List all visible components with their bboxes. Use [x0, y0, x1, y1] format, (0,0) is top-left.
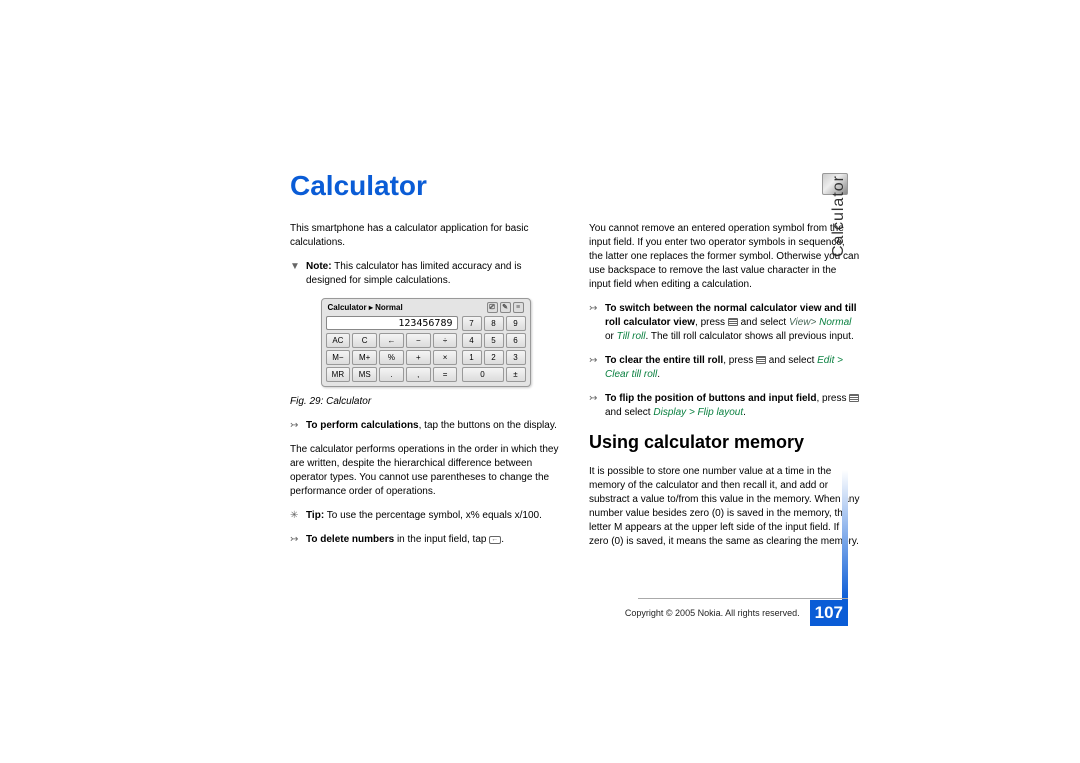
- flip-mid: , press: [816, 393, 846, 404]
- menu-icon: [849, 394, 859, 402]
- switch-select: and select: [738, 317, 789, 328]
- calc-button[interactable]: MR: [326, 367, 351, 382]
- arrow-icon: ↣: [290, 533, 302, 543]
- delete-bold: To delete numbers: [306, 534, 394, 545]
- calc-button[interactable]: 9: [506, 316, 526, 331]
- calc-button[interactable]: M−: [326, 350, 351, 365]
- switch-or: or: [605, 331, 617, 342]
- delete-rest: in the input field, tap: [394, 534, 489, 545]
- titlebar-icon-1[interactable]: ⎚: [487, 302, 498, 313]
- calc-button[interactable]: %: [379, 350, 404, 365]
- tip-block: ✳ Tip: To use the percentage symbol, x% …: [290, 509, 561, 523]
- calc-button[interactable]: 2: [484, 350, 504, 365]
- calc-button[interactable]: C: [352, 333, 377, 348]
- calc-button[interactable]: 7: [462, 316, 482, 331]
- memory-subhead: Using calculator memory: [589, 430, 860, 455]
- calc-title-caret: ▸: [369, 303, 373, 312]
- clear-bold: To clear the entire till roll: [605, 355, 723, 366]
- copyright-text: Copyright © 2005 Nokia. All rights reser…: [625, 608, 800, 618]
- right-column: You cannot remove an entered operation s…: [589, 222, 860, 559]
- clear-mid: , press: [723, 355, 756, 366]
- calc-button[interactable]: ±: [506, 367, 526, 382]
- right-intro: You cannot remove an entered operation s…: [589, 222, 860, 292]
- calc-button[interactable]: 4: [462, 333, 482, 348]
- calc-button[interactable]: 1: [462, 350, 482, 365]
- calc-button[interactable]: M+: [352, 350, 377, 365]
- titlebar-icon-2[interactable]: ✎: [500, 302, 511, 313]
- menu-icon: [756, 356, 766, 364]
- arrow-icon: ↣: [589, 392, 601, 402]
- clear-select: and select: [766, 355, 814, 366]
- left-column: This smartphone has a calculator applica…: [290, 222, 561, 559]
- calc-button[interactable]: ×: [433, 350, 458, 365]
- side-tab-label: Calculator: [830, 175, 848, 257]
- clear-roll-block: ↣ To clear the entire till roll, press a…: [589, 354, 860, 382]
- note-icon: ▼: [290, 260, 302, 270]
- flip-menu: Display > Flip layout: [653, 407, 743, 418]
- calc-button[interactable]: 3: [506, 350, 526, 365]
- calc-button[interactable]: =: [433, 367, 458, 382]
- calc-button[interactable]: 5: [484, 333, 504, 348]
- arrow-icon: ↣: [290, 419, 302, 429]
- menu-icon: [728, 318, 738, 326]
- tip-label: Tip:: [306, 510, 324, 521]
- clear-period: .: [657, 369, 660, 380]
- switch-mid: , press: [695, 317, 728, 328]
- calc-button[interactable]: ←: [379, 333, 404, 348]
- note-label: Note:: [306, 261, 332, 272]
- backspace-icon: [489, 536, 501, 544]
- calc-button[interactable]: 6: [506, 333, 526, 348]
- calc-button[interactable]: AC: [326, 333, 351, 348]
- memory-para: It is possible to store one number value…: [589, 465, 860, 549]
- footer-rule: [638, 598, 848, 599]
- calc-button[interactable]: MS: [352, 367, 377, 382]
- calc-display: 123456789: [326, 316, 458, 330]
- note-text: This calculator has limited accuracy and…: [306, 261, 521, 286]
- order-para: The calculator performs operations in th…: [290, 443, 561, 499]
- switch-view: View>: [789, 317, 816, 328]
- flip-layout-block: ↣ To flip the position of buttons and in…: [589, 392, 860, 420]
- arrow-icon: ↣: [589, 302, 601, 312]
- switch-normal: Normal: [819, 317, 851, 328]
- calc-button[interactable]: ÷: [433, 333, 458, 348]
- flip-period: .: [743, 407, 746, 418]
- calc-button[interactable]: −: [406, 333, 431, 348]
- tip-icon: ✳: [290, 509, 302, 519]
- perform-bold: To perform calculations: [306, 420, 419, 431]
- arrow-icon: ↣: [589, 354, 601, 364]
- perform-rest: , tap the buttons on the display.: [419, 420, 557, 431]
- calc-button[interactable]: 0: [462, 367, 504, 382]
- perform-block: ↣ To perform calculations, tap the butto…: [290, 419, 561, 433]
- tip-text: To use the percentage symbol, x% equals …: [324, 510, 542, 521]
- calc-title-mode: Normal: [375, 303, 403, 312]
- page-edge-gradient: [842, 470, 848, 600]
- switch-view-block: ↣ To switch between the normal calculato…: [589, 302, 860, 344]
- titlebar-icon-3[interactable]: ≡: [513, 302, 524, 313]
- note-block: ▼ Note: This calculator has limited accu…: [290, 260, 561, 288]
- calc-button[interactable]: ,: [406, 367, 431, 382]
- calc-title-app: Calculator: [328, 303, 367, 312]
- calc-button[interactable]: 8: [484, 316, 504, 331]
- calculator-figure: Calculator ▸ Normal ⎚ ✎ ≡ 123456789 ACC←…: [321, 298, 531, 387]
- switch-tail: . The till roll calculator shows all pre…: [645, 331, 853, 342]
- figure-caption: Fig. 29: Calculator: [290, 395, 561, 409]
- switch-tillroll: Till roll: [617, 331, 646, 342]
- calc-button[interactable]: +: [406, 350, 431, 365]
- page-number: 107: [810, 600, 848, 626]
- flip-select: and select: [605, 407, 653, 418]
- flip-bold: To flip the position of buttons and inpu…: [605, 393, 816, 404]
- intro-para: This smartphone has a calculator applica…: [290, 222, 561, 250]
- chapter-title: Calculator: [290, 170, 860, 202]
- delete-block: ↣ To delete numbers in the input field, …: [290, 533, 561, 547]
- calc-button[interactable]: .: [379, 367, 404, 382]
